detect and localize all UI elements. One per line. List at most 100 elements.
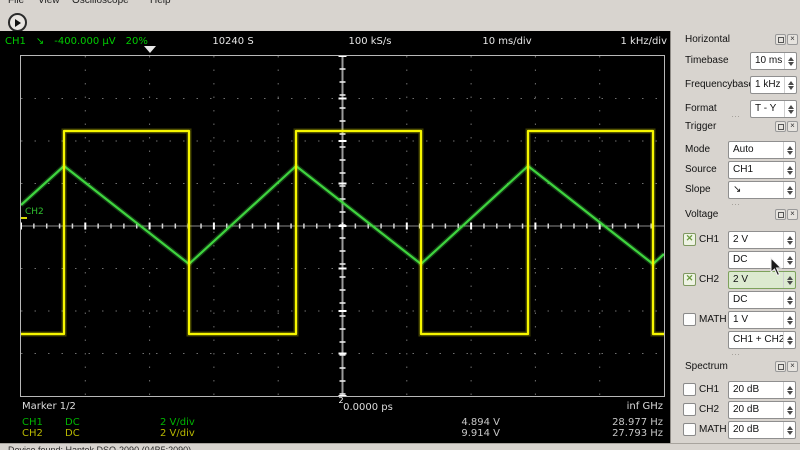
float-panel-icon[interactable] — [775, 361, 786, 372]
spectrum-ch1-label: CH1 — [699, 384, 720, 395]
trigger-mode-value: Auto — [733, 144, 754, 155]
spin-arrows[interactable] — [784, 53, 796, 69]
falling-slope-icon: ↘ — [733, 184, 742, 195]
math-mode-value: CH1 + CH2 — [733, 334, 785, 345]
frequencybase-spinbox[interactable]: 1 kHz — [750, 76, 797, 94]
ch1-label: CH1 — [699, 234, 720, 245]
math-mode-spinbox[interactable]: CH1 + CH2 — [728, 331, 796, 349]
toolbar — [0, 11, 800, 32]
format-label: Format — [685, 103, 717, 114]
close-panel-icon[interactable] — [787, 121, 798, 132]
panel-title: Horizontal — [685, 34, 731, 45]
menu-bar: File View Oscilloscope Help — [0, 0, 800, 11]
ch2-gain: 2 V/div — [160, 428, 195, 439]
menu-view[interactable]: View — [38, 0, 60, 6]
spin-arrows[interactable] — [783, 272, 795, 288]
scope-area: CH1 ↘ -400.000 µV 20% 10240 S 100 kS/s 1… — [0, 31, 670, 443]
spin-arrows[interactable] — [783, 142, 795, 158]
panel-splitter[interactable]: ⋯ — [671, 350, 800, 359]
spectrum-math-value: 20 dB — [733, 424, 760, 435]
close-panel-icon[interactable] — [787, 209, 798, 220]
spectrum-math-spinbox[interactable]: 20 dB — [728, 421, 796, 439]
math-gain-spinbox[interactable]: 1 V — [728, 311, 796, 329]
spin-arrows[interactable] — [784, 77, 796, 93]
math-enable-checkbox[interactable]: ✕ — [683, 313, 696, 326]
spin-arrows[interactable] — [783, 332, 795, 348]
spectrum-ch2-value: 20 dB — [733, 404, 760, 415]
ch1-enable-checkbox[interactable]: ✕ — [683, 233, 696, 246]
frequencybase-label: Frequencybase — [685, 79, 754, 90]
ch2-name: CH2 — [22, 428, 43, 439]
spectrum-ch1-spinbox[interactable]: 20 dB — [728, 381, 796, 399]
ch2-coupling: DC — [65, 428, 80, 439]
trigger-mode-spinbox[interactable]: Auto — [728, 141, 796, 159]
settings-sidebar: Horizontal Timebase 10 ms Frequencybase … — [670, 31, 800, 443]
menu-oscilloscope[interactable]: Oscilloscope — [72, 0, 129, 6]
timebase-label: Timebase — [685, 55, 729, 66]
ch2-zero-marker: CH2 — [25, 207, 44, 217]
close-panel-icon[interactable] — [787, 34, 798, 45]
close-panel-icon[interactable] — [787, 361, 798, 372]
trigger-slope-spinbox[interactable]: ↘ — [728, 181, 796, 199]
window-status-bar: Device found: Hantek DSO-2090 (04B5:2090… — [0, 443, 800, 450]
ch2-label: CH2 — [699, 274, 720, 285]
spectrum-ch1-value: 20 dB — [733, 384, 760, 395]
ch2-coupling-spinbox[interactable]: DC — [728, 291, 796, 309]
frequencybase-readout: 1 kHz/div — [620, 36, 667, 47]
ch1-gain-value: 2 V — [733, 234, 749, 245]
spin-arrows[interactable] — [783, 422, 795, 438]
spin-arrows[interactable] — [783, 182, 795, 198]
panel-title: Voltage — [685, 209, 719, 220]
ch2-enable-checkbox[interactable]: ✕ — [683, 273, 696, 286]
panel-splitter[interactable]: ⋯ — [671, 112, 800, 121]
scope-display[interactable]: CH2 — [19, 55, 666, 397]
float-panel-icon[interactable] — [775, 121, 786, 132]
spin-arrows[interactable] — [783, 252, 795, 268]
spectrum-ch1-checkbox[interactable]: ✕ — [683, 383, 696, 396]
marker-time: 0.0000 ps — [343, 402, 393, 413]
ch2-gain-value: 2 V — [733, 274, 749, 285]
spin-arrows[interactable] — [783, 382, 795, 398]
float-panel-icon[interactable] — [775, 34, 786, 45]
ch2-amplitude: 9.914 V — [461, 428, 500, 439]
trigger-source-spinbox[interactable]: CH1 — [728, 161, 796, 179]
trigger-source-value: CH1 — [733, 164, 754, 175]
ch2-gain-spinbox[interactable]: 2 V — [728, 271, 796, 289]
ch1-amplitude: 4.894 V — [461, 417, 500, 428]
frequencybase-value: 1 kHz — [755, 79, 781, 90]
spin-arrows[interactable] — [783, 402, 795, 418]
spectrum-ch2-spinbox[interactable]: 20 dB — [728, 401, 796, 419]
spin-arrows[interactable] — [783, 232, 795, 248]
falling-slope-icon: ↘ — [35, 36, 45, 47]
timebase-readout: 10 ms/div — [482, 36, 532, 47]
ch1-name: CH1 — [22, 417, 43, 428]
float-panel-icon[interactable] — [775, 209, 786, 220]
format-value: T - Y — [755, 103, 777, 114]
math-label: MATH — [699, 314, 727, 325]
math-gain-value: 1 V — [733, 314, 749, 325]
trigger-offset-value: -400.000 µV — [54, 36, 116, 47]
panel-title: Trigger — [685, 121, 717, 132]
ch1-gain-spinbox[interactable]: 2 V — [728, 231, 796, 249]
ch1-coupling-spinbox[interactable]: DC — [728, 251, 796, 269]
spin-arrows[interactable] — [783, 162, 795, 178]
record-length: 10240 S — [212, 36, 254, 47]
menu-file[interactable]: File — [8, 0, 24, 6]
timebase-value: 10 ms — [755, 55, 783, 66]
spin-arrows[interactable] — [783, 292, 795, 308]
spectrum-ch2-checkbox[interactable]: ✕ — [683, 403, 696, 416]
play-icon — [15, 18, 21, 27]
device-status-text: Device found: Hantek DSO-2090 (04B5:2090… — [8, 445, 192, 450]
spin-arrows[interactable] — [783, 312, 795, 328]
timebase-spinbox[interactable]: 10 ms — [750, 52, 797, 70]
spectrum-math-checkbox[interactable]: ✕ — [683, 423, 696, 436]
panel-splitter[interactable]: ⋯ — [671, 200, 800, 209]
ch2-level-tick — [21, 217, 27, 219]
oscilloscope-window: File View Oscilloscope Help CH1 ↘ -400.0… — [0, 0, 800, 450]
ch1-coupling-value: DC — [733, 254, 748, 265]
trigger-position-marker[interactable] — [144, 46, 156, 53]
ch1-coupling: DC — [65, 417, 80, 428]
ch2-frequency: 27.793 Hz — [612, 428, 663, 439]
menu-help[interactable]: Help — [150, 0, 171, 6]
play-button[interactable] — [8, 13, 27, 32]
